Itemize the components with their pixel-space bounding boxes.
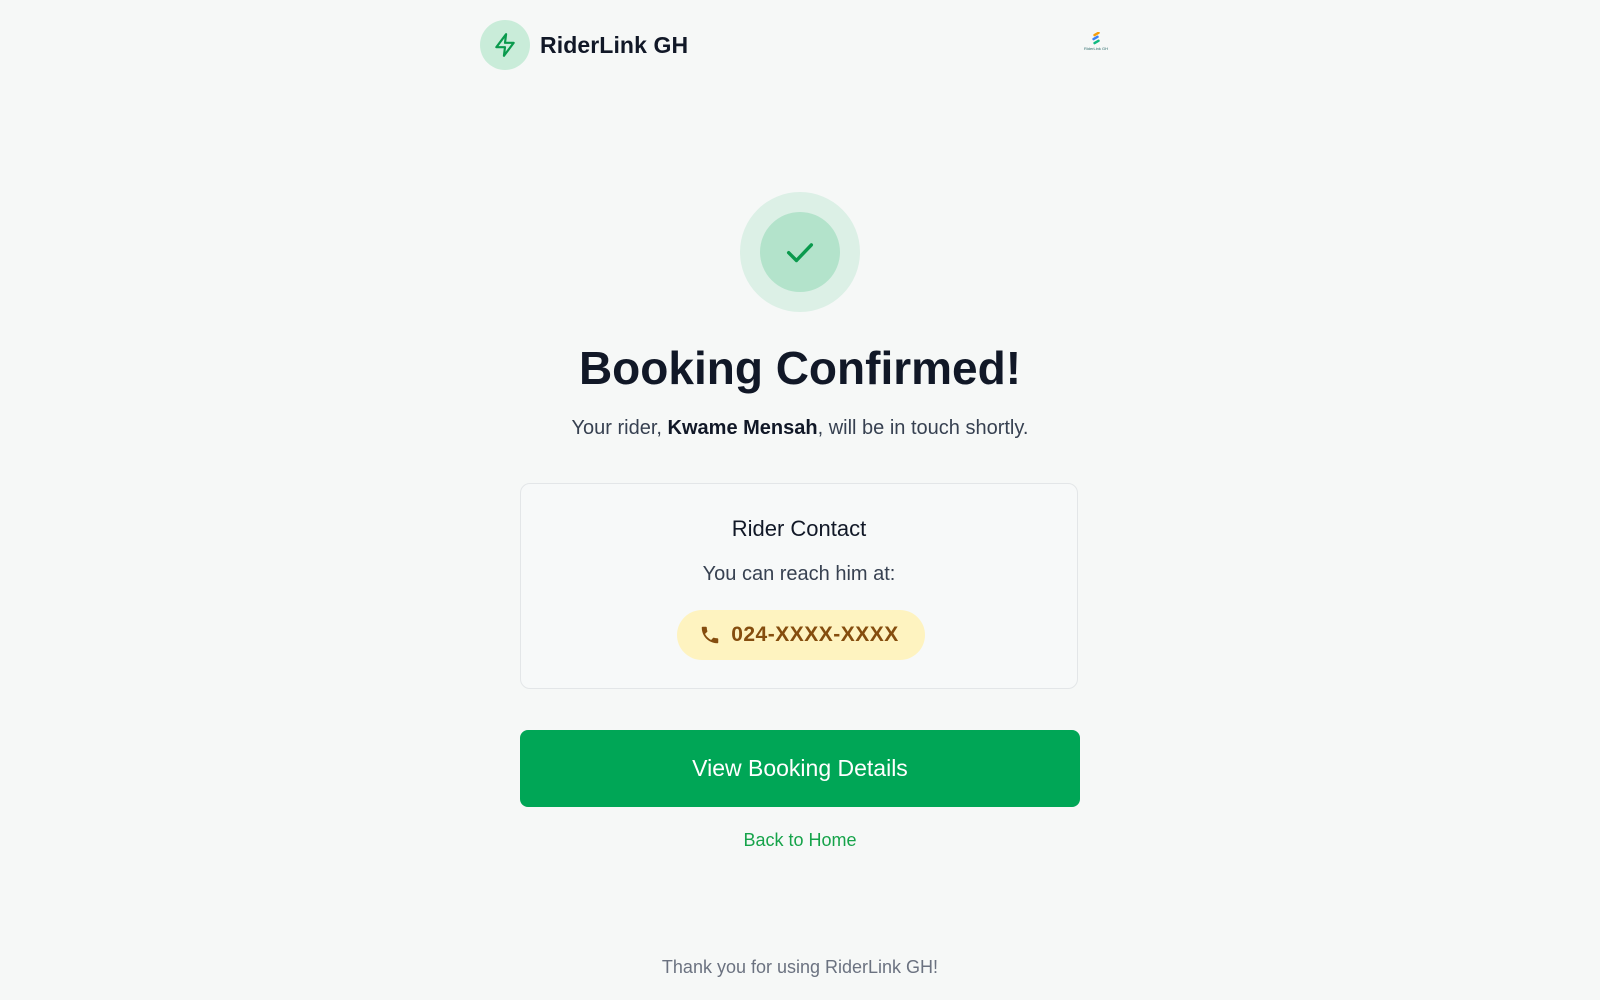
- card-text: You can reach him at:: [702, 563, 896, 585]
- footer-text: Thank you for using RiderLink GH!: [661, 957, 939, 977]
- lightning-bolt-icon: [480, 20, 530, 70]
- page-title: Booking Confirmed!: [578, 342, 1022, 394]
- brand[interactable]: RiderLink GH: [480, 20, 688, 70]
- view-booking-details-button[interactable]: View Booking Details: [520, 730, 1080, 807]
- subtitle-prefix: Your rider,: [571, 417, 668, 439]
- confirmation-message: Your rider, Kwame Mensah, will be in tou…: [400, 414, 1200, 442]
- back-to-home-link[interactable]: Back to Home: [700, 828, 900, 852]
- logo-mark-icon: [1092, 32, 1100, 45]
- success-badge: [740, 192, 860, 312]
- app-header: RiderLink GH RiderLink GH: [480, 20, 1110, 70]
- card-title: Rider Contact: [731, 516, 867, 541]
- phone-number: 024-XXXX-XXXX: [731, 623, 899, 646]
- rider-contact-card: Rider Contact You can reach him at: 024-…: [520, 483, 1078, 689]
- rider-name: Kwame Mensah: [667, 417, 818, 439]
- partner-logo: RiderLink GH: [1082, 32, 1110, 56]
- success-badge-inner: [760, 212, 840, 292]
- checkmark-icon: [786, 243, 814, 263]
- phone-icon: [701, 626, 719, 644]
- subtitle-suffix: , will be in touch shortly.: [817, 417, 1029, 439]
- brand-name: RiderLink GH: [540, 31, 689, 58]
- partner-logo-text: RiderLink GH: [1083, 46, 1108, 51]
- phone-number-pill[interactable]: 024-XXXX-XXXX: [677, 610, 925, 660]
